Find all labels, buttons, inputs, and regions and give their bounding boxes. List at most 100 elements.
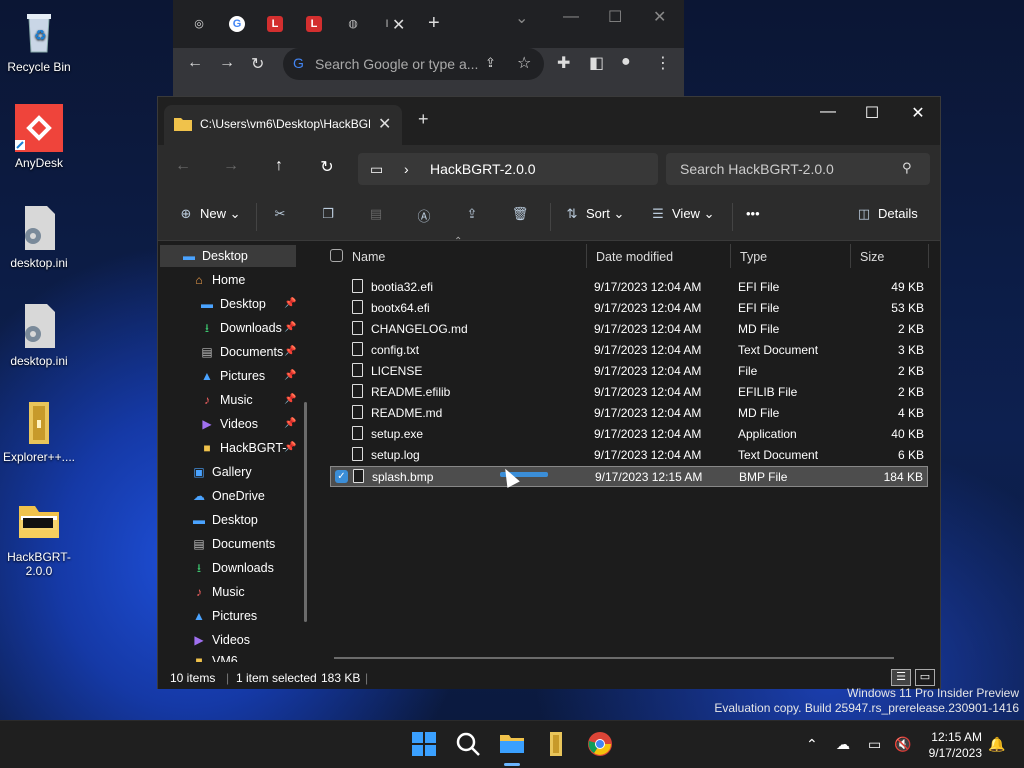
new-tab-icon[interactable]: + <box>418 109 429 130</box>
nav-item-music-pc[interactable]: ♪ Music <box>190 581 245 603</box>
nav-item-pictures-pc[interactable]: ▲ Pictures <box>190 605 257 627</box>
minimize-icon[interactable]: — <box>563 8 579 26</box>
notification-bell-icon[interactable]: 🔔 <box>988 736 1005 753</box>
file-row[interactable]: LICENSE 9/17/2023 12:04 AM File 2 KB <box>330 361 928 382</box>
nav-item-downloads[interactable]: ⭳ Downloads 📌 <box>198 317 310 339</box>
breadcrumb-folder[interactable]: HackBGRT-2.0.0 <box>430 153 536 185</box>
forward-arrow-icon[interactable]: → <box>220 157 242 175</box>
maximize-icon[interactable]: ☐ <box>857 103 887 123</box>
column-header-date[interactable]: Date modified <box>590 242 730 272</box>
side-panel-icon[interactable]: ◧ <box>589 53 604 73</box>
breadcrumb[interactable]: ▭ › HackBGRT-2.0.0 <box>358 153 658 185</box>
file-row[interactable]: README.md 9/17/2023 12:04 AM MD File 4 KB <box>330 403 928 424</box>
search-icon[interactable] <box>455 731 481 757</box>
profile-icon[interactable]: ● <box>621 53 631 71</box>
close-tab-icon[interactable]: ✕ <box>378 114 391 134</box>
chevron-right-icon[interactable]: › <box>404 153 409 185</box>
file-row[interactable]: README.efilib 9/17/2023 12:04 AM EFILIB Fi… <box>330 382 928 403</box>
nav-item-videos-pc[interactable]: ▶ Videos <box>190 629 250 651</box>
forward-arrow-icon[interactable]: → <box>219 54 235 72</box>
file-row[interactable]: ✓ splash.bmp 9/17/2023 12:15 AM BMP File 184… <box>330 466 928 487</box>
desktop-icon-recycle-bin[interactable]: ♻ Recycle Bin <box>0 8 78 74</box>
maximize-icon[interactable]: ☐ <box>608 7 622 27</box>
nav-item-desktop-pc[interactable]: ▬ Desktop <box>190 509 258 531</box>
chrome-taskbar-icon[interactable] <box>587 731 613 757</box>
nav-item-downloads-pc[interactable]: ⭳ Downloads <box>190 557 274 579</box>
column-header-type[interactable]: Type <box>734 242 850 272</box>
onedrive-cloud-icon[interactable]: ☁ <box>836 736 850 753</box>
back-arrow-icon[interactable]: ← <box>172 157 194 175</box>
column-divider[interactable] <box>730 244 731 268</box>
nav-item-pictures[interactable]: ▲ Pictures 📌 <box>198 365 310 387</box>
chrome-omnibox[interactable]: Search Google or type a... <box>283 48 544 80</box>
horizontal-scrollbar[interactable] <box>334 657 894 659</box>
close-window-icon[interactable]: ✕ <box>653 7 666 27</box>
details-button[interactable]: ◫ Details <box>854 206 918 222</box>
nav-item-desktop-root[interactable]: ▬ Desktop <box>160 245 296 267</box>
nav-item-documents[interactable]: ▤ Documents 📌 <box>198 341 310 363</box>
file-row[interactable]: config.txt 9/17/2023 12:04 AM Text Documen… <box>330 340 928 361</box>
search-icon[interactable]: ⚲ <box>902 160 912 176</box>
chrome-tab-favicon-icon[interactable]: ◎ <box>191 16 207 32</box>
checkbox-checked-icon[interactable]: ✓ <box>335 470 348 483</box>
nav-item-hackbgrt[interactable]: ■ HackBGRT- 📌 <box>198 437 310 459</box>
nav-item-documents-pc[interactable]: ▤ Documents <box>190 533 275 555</box>
file-row[interactable]: bootia32.efi 9/17/2023 12:04 AM EFI File 49… <box>330 277 928 298</box>
details-view-toggle-icon[interactable]: ☰ <box>891 669 911 686</box>
new-tab-plus-icon[interactable]: + <box>428 12 440 35</box>
chevron-down-icon[interactable]: ⌄ <box>515 8 528 28</box>
l-site-icon[interactable]: L <box>306 16 322 32</box>
nav-item-onedrive[interactable]: ☁ OneDrive <box>190 485 265 507</box>
file-row[interactable]: CHANGELOG.md 9/17/2023 12:04 AM MD File 2 K… <box>330 319 928 340</box>
volume-muted-icon[interactable]: 🔇 <box>894 736 911 753</box>
rename-button[interactable]: Ⓐ <box>414 206 438 225</box>
share-button[interactable]: ⇪ <box>462 206 486 222</box>
select-all-checkbox[interactable] <box>330 249 343 262</box>
nav-item-gallery[interactable]: ▣ Gallery <box>190 461 251 483</box>
this-pc-icon[interactable]: ▭ <box>370 153 383 185</box>
desktop-icon-desktop-ini-1[interactable]: desktop.ini <box>0 204 78 270</box>
nav-item-home[interactable]: ⌂ Home <box>190 269 245 291</box>
column-header-name[interactable]: Name <box>346 242 586 272</box>
l-site-icon[interactable]: L <box>267 16 283 32</box>
extensions-icon[interactable]: ✚ <box>557 53 570 73</box>
file-explorer-taskbar-icon[interactable] <box>499 731 525 757</box>
nav-item-desktop[interactable]: ▬ Desktop 📌 <box>198 293 310 315</box>
more-options-button[interactable]: ••• <box>746 206 760 221</box>
search-input[interactable]: Search HackBGRT-2.0.0 <box>666 153 930 185</box>
column-divider[interactable] <box>586 244 587 268</box>
network-icon[interactable]: ▭ <box>868 736 881 753</box>
chevron-up-icon[interactable]: ⌃ <box>806 736 818 753</box>
paste-button[interactable]: ▤ <box>366 206 390 222</box>
delete-button[interactable]: 🗑 <box>510 206 534 222</box>
google-icon[interactable]: G <box>229 16 245 32</box>
desktop-icon-anydesk[interactable]: AnyDesk <box>0 104 78 170</box>
more-menu-icon[interactable]: ⋮ <box>655 53 671 73</box>
desktop-icon-hackbgrt-folder[interactable]: HackBGRT-2.0.0 <box>0 498 78 578</box>
system-clock[interactable]: 12:15 AM 9/17/2023 <box>920 729 982 761</box>
chrome-window[interactable]: ◎ G L L ◍ I ✕ + ⌄ — ☐ ✕ ← → ↻ Search Goo… <box>173 0 684 96</box>
column-header-size[interactable]: Size <box>854 242 928 272</box>
up-arrow-icon[interactable]: ↑ <box>268 157 290 175</box>
nav-item-videos[interactable]: ▶ Videos 📌 <box>198 413 310 435</box>
column-divider[interactable] <box>850 244 851 268</box>
tiles-view-toggle-icon[interactable]: ▭ <box>915 669 935 686</box>
file-explorer-window[interactable]: C:\Users\vm6\Desktop\HackBGRT ✕ + — ☐ ✕ … <box>157 96 941 689</box>
sort-button[interactable]: ⇅ Sort ⌄ <box>562 206 625 222</box>
star-icon[interactable]: ☆ <box>517 53 531 73</box>
copy-button[interactable]: ❐ <box>318 206 342 222</box>
start-windows-icon[interactable] <box>411 731 437 757</box>
column-divider[interactable] <box>928 244 929 268</box>
nav-scrollbar[interactable] <box>304 402 307 622</box>
close-icon[interactable]: ✕ <box>392 15 405 35</box>
desktop-icon-desktop-ini-2[interactable]: desktop.ini <box>0 302 78 368</box>
explorer-tab[interactable]: C:\Users\vm6\Desktop\HackBGRT ✕ <box>164 105 402 145</box>
globe-icon[interactable]: ◍ <box>345 16 361 32</box>
close-window-icon[interactable]: ✕ <box>903 103 933 123</box>
view-button[interactable]: ☰ View ⌄ <box>648 206 714 222</box>
new-button[interactable]: ⊕ New ⌄ <box>176 206 241 222</box>
desktop-icon-explorerpp[interactable]: Explorer++.... <box>0 398 78 464</box>
cut-button[interactable]: ✂ <box>270 206 294 222</box>
back-arrow-icon[interactable]: ← <box>187 54 203 72</box>
file-row[interactable]: bootx64.efi 9/17/2023 12:04 AM EFI File 53 … <box>330 298 928 319</box>
